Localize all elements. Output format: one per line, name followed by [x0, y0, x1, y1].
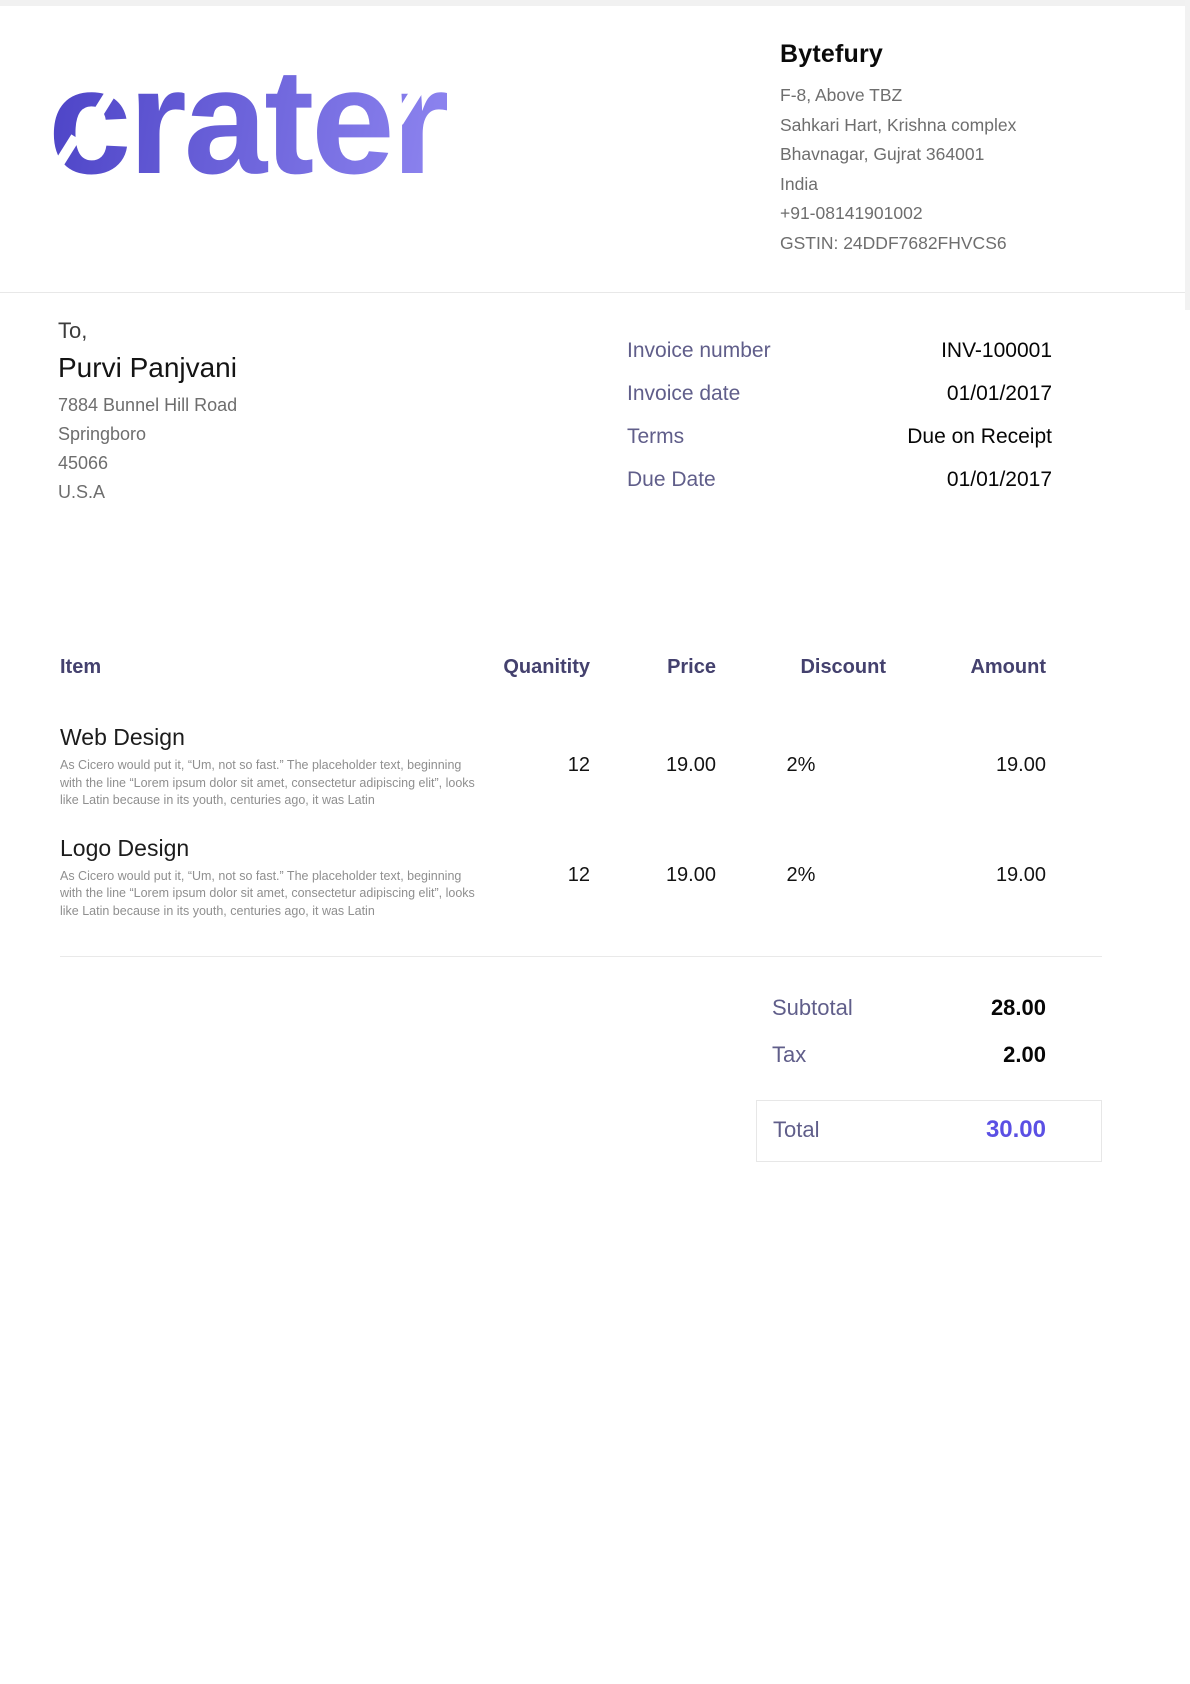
bill-to-name: Purvi Panjvani: [58, 347, 237, 389]
items-table: Item Quanitity Price Discount Amount Web…: [60, 656, 1102, 920]
items-section: Item Quanitity Price Discount Amount Web…: [0, 656, 1190, 957]
item-name: Logo Design: [60, 832, 480, 864]
totals-section: Subtotal 28.00 Tax 2.00 Total 30.00: [0, 995, 1190, 1162]
invoice-number-value: INV-100001: [941, 339, 1102, 363]
company-name: Bytefury: [780, 40, 1060, 69]
due-date-value: 01/01/2017: [947, 468, 1102, 492]
page-right-edge: [1185, 0, 1190, 310]
total-value: 30.00: [986, 1116, 1046, 1144]
company-gstin: GSTIN: 24DDF7682FHVCS6: [780, 229, 1060, 259]
total-box: Total 30.00: [756, 1100, 1102, 1162]
company-phone: +91-08141901002: [780, 199, 1060, 229]
invoice-meta-block: Invoice number INV-100001 Invoice date 0…: [627, 339, 1102, 511]
company-block: Bytefury F-8, Above TBZ Sahkari Hart, Kr…: [780, 40, 1060, 258]
item-quantity: 12: [480, 699, 590, 810]
item-cell: Logo Design As Cicero would put it, “Um,…: [60, 810, 480, 921]
item-discount: 2%: [716, 699, 886, 810]
item-description: As Cicero would put it, “Um, not so fast…: [60, 757, 478, 810]
item-cell: Web Design As Cicero would put it, “Um, …: [60, 699, 480, 810]
column-header-item: Item: [60, 656, 480, 699]
terms-label: Terms: [627, 425, 684, 449]
table-bottom-divider: [60, 956, 1102, 957]
company-address-line: F-8, Above TBZ: [780, 81, 1060, 111]
items-table-header-row: Item Quanitity Price Discount Amount: [60, 656, 1102, 699]
invoice-date-label: Invoice date: [627, 382, 740, 406]
bill-to-address-line: U.S.A: [58, 478, 237, 507]
due-date-row: Due Date 01/01/2017: [627, 468, 1102, 492]
invoice-header: crater Bytefury F-8, Above TBZ Sahkari H…: [0, 0, 1190, 293]
item-description: As Cicero would put it, “Um, not so fast…: [60, 868, 478, 921]
table-row: Web Design As Cicero would put it, “Um, …: [60, 699, 1102, 810]
bill-to-block: To, Purvi Panjvani 7884 Bunnel Hill Road…: [58, 315, 237, 511]
subtotal-row: Subtotal 28.00: [756, 995, 1102, 1021]
subtotal-value: 28.00: [991, 995, 1046, 1021]
item-quantity: 12: [480, 810, 590, 921]
column-header-quantity: Quanitity: [480, 656, 590, 699]
tax-label: Tax: [772, 1042, 806, 1068]
bill-to-address-line: Springboro: [58, 420, 237, 449]
company-address-line: India: [780, 170, 1060, 200]
item-amount: 19.00: [886, 699, 1102, 810]
invoice-number-label: Invoice number: [627, 339, 771, 363]
crater-logo: crater: [48, 46, 447, 196]
crater-logo-text: crater: [48, 37, 447, 205]
terms-value: Due on Receipt: [907, 425, 1102, 449]
item-name: Web Design: [60, 721, 480, 753]
invoice-date-value: 01/01/2017: [947, 382, 1102, 406]
tax-value: 2.00: [1003, 1042, 1046, 1068]
total-label: Total: [773, 1117, 819, 1143]
item-discount: 2%: [716, 810, 886, 921]
invoice-page: crater Bytefury F-8, Above TBZ Sahkari H…: [0, 0, 1190, 1684]
item-price: 19.00: [590, 810, 716, 921]
item-amount: 19.00: [886, 810, 1102, 921]
company-address-line: Sahkari Hart, Krishna complex: [780, 111, 1060, 141]
parties-section: To, Purvi Panjvani 7884 Bunnel Hill Road…: [0, 293, 1190, 511]
column-header-price: Price: [590, 656, 716, 699]
bill-to-label: To,: [58, 315, 237, 347]
invoice-date-row: Invoice date 01/01/2017: [627, 382, 1102, 406]
page-top-edge: [0, 0, 1190, 6]
invoice-number-row: Invoice number INV-100001: [627, 339, 1102, 363]
bill-to-address-line: 45066: [58, 449, 237, 478]
column-header-amount: Amount: [886, 656, 1102, 699]
tax-row: Tax 2.00: [756, 1042, 1102, 1068]
due-date-label: Due Date: [627, 468, 716, 492]
column-header-discount: Discount: [716, 656, 886, 699]
table-row: Logo Design As Cicero would put it, “Um,…: [60, 810, 1102, 921]
company-address: F-8, Above TBZ Sahkari Hart, Krishna com…: [780, 81, 1060, 258]
bill-to-address-line: 7884 Bunnel Hill Road: [58, 391, 237, 420]
totals-block: Subtotal 28.00 Tax 2.00 Total 30.00: [756, 995, 1102, 1162]
item-price: 19.00: [590, 699, 716, 810]
terms-row: Terms Due on Receipt: [627, 425, 1102, 449]
subtotal-label: Subtotal: [772, 995, 853, 1021]
company-address-line: Bhavnagar, Gujrat 364001: [780, 140, 1060, 170]
bill-to-address: 7884 Bunnel Hill Road Springboro 45066 U…: [58, 391, 237, 507]
